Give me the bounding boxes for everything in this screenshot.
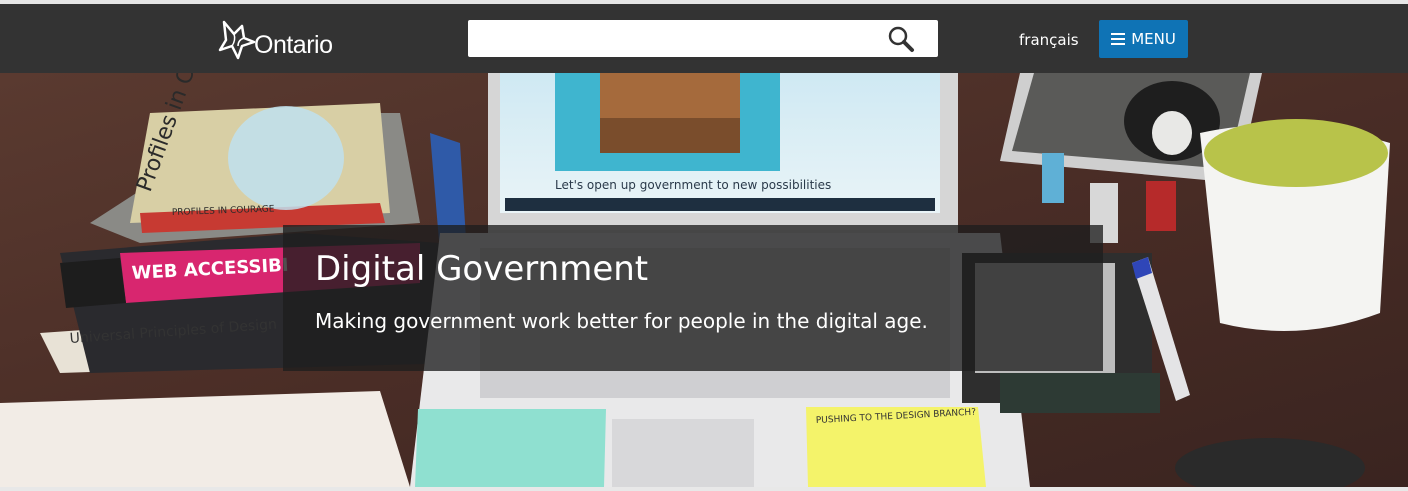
trillium-icon [218, 20, 256, 60]
menu-button-label: MENU [1131, 30, 1176, 48]
search-bar [468, 20, 938, 57]
ontario-logo[interactable]: Ontario [216, 16, 333, 60]
hero-overlay: Digital Government Making government wor… [283, 225, 1103, 371]
page-subtitle: Making government work better for people… [315, 309, 928, 333]
language-toggle-link[interactable]: français [1019, 31, 1079, 49]
search-input[interactable] [468, 20, 878, 57]
search-button[interactable] [886, 25, 916, 53]
page-title: Digital Government [315, 249, 649, 289]
site-header: Ontario français MENU [0, 4, 1408, 73]
search-icon [888, 26, 914, 52]
laptop-screen-caption: Let's open up government to new possibil… [555, 178, 831, 192]
menu-button[interactable]: MENU [1099, 20, 1188, 58]
hamburger-icon [1111, 33, 1126, 45]
logo-text: Ontario [254, 31, 333, 59]
hero-bottom-border [0, 487, 1408, 491]
hero-banner: Let's open up government to new possibil… [0, 73, 1408, 487]
